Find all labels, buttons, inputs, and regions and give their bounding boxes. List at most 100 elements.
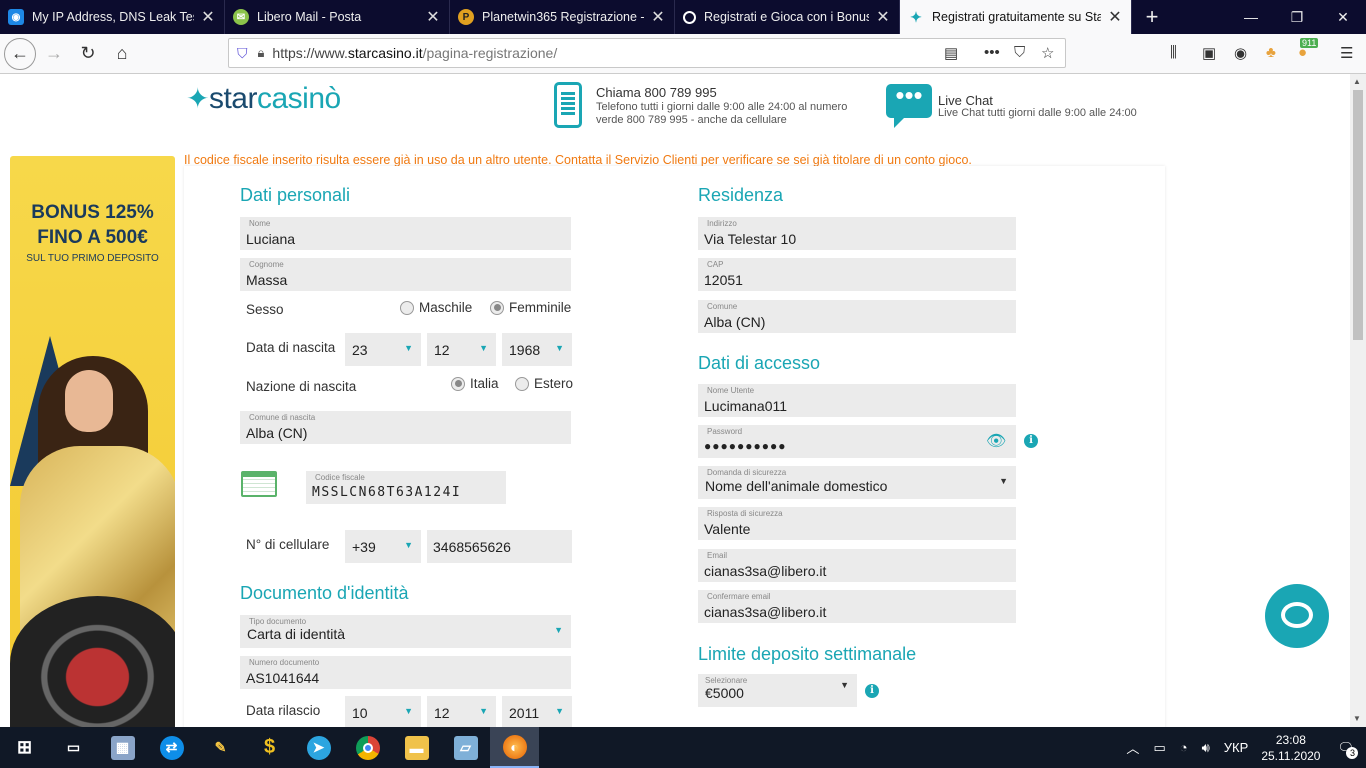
pocket-icon[interactable]: ⛉: [1014, 44, 1025, 61]
tab-label: Registrati e Gioca con i Bonus |: [704, 10, 869, 24]
taskbar-dollar-app[interactable]: $: [245, 727, 294, 768]
close-tab-icon[interactable]: ✕: [1107, 7, 1123, 27]
dropdown-arrow-icon: ▼: [554, 625, 563, 635]
browser-tab-registrati[interactable]: Registrati e Gioca con i Bonus | ✕: [675, 0, 900, 34]
home-button[interactable]: ⌂: [106, 38, 138, 70]
browser-tab-ip[interactable]: ◉ My IP Address, DNS Leak Test, W ✕: [0, 0, 225, 34]
notification-count: 3: [1346, 746, 1359, 759]
page-actions-icon[interactable]: •••: [984, 44, 1000, 61]
browser-tab-planetwin[interactable]: P Planetwin365 Registrazione - Er ✕: [450, 0, 675, 34]
birth-year-select[interactable]: 1968 ▼: [502, 333, 572, 366]
radio-circle-selected: [490, 300, 504, 315]
new-tab-button[interactable]: +: [1132, 0, 1172, 34]
indirizzo-field[interactable]: Indirizzo Via Telestar 10: [698, 217, 1016, 250]
bonus-banner[interactable]: BONUS 125% FINO A 500€ SUL TUO PRIMO DEPO…: [10, 156, 175, 727]
sesso-femminile-radio[interactable]: Femminile: [490, 300, 571, 315]
field-label: Indirizzo: [707, 219, 737, 228]
bookmark-star-icon[interactable]: ☆: [1041, 44, 1054, 62]
account-icon[interactable]: ◉: [1234, 44, 1247, 62]
lock-icon[interactable]: 🔒︎: [258, 45, 265, 61]
risposta-sicurezza-field[interactable]: Risposta di sicurezza Valente: [698, 507, 1016, 540]
issue-month-select[interactable]: 12 ▼: [427, 696, 496, 727]
taskbar-teamviewer[interactable]: ⇄: [147, 727, 196, 768]
start-button[interactable]: ⊞: [0, 727, 49, 768]
page-scrollbar[interactable]: ▲ ▼: [1350, 74, 1366, 727]
taskbar-file-explorer[interactable]: ▬: [392, 727, 441, 768]
birth-day-select[interactable]: 23 ▼: [345, 333, 421, 366]
scrollbar-thumb[interactable]: [1353, 90, 1363, 340]
close-tab-icon[interactable]: ✕: [425, 7, 441, 27]
chat-widget-button[interactable]: [1265, 584, 1329, 648]
birth-month-select[interactable]: 12 ▼: [427, 333, 496, 366]
minimize-button[interactable]: —: [1228, 0, 1274, 34]
starcasino-logo[interactable]: ✦starcasinò: [186, 82, 341, 116]
task-view-button[interactable]: ▭: [49, 727, 98, 768]
scroll-up-arrow-icon[interactable]: ▲: [1353, 77, 1361, 86]
password-field[interactable]: Password ●●●●●●●●●● 👁︎: [698, 425, 1016, 458]
sesso-maschile-radio[interactable]: Maschile: [400, 300, 472, 315]
taskbar-firefox[interactable]: ◐: [490, 727, 539, 768]
password-info-icon[interactable]: i: [1024, 434, 1038, 448]
starcasino-icon: ✦: [910, 8, 922, 25]
nazione-italia-radio[interactable]: Italia: [451, 376, 499, 391]
library-icon[interactable]: ⫼: [1170, 44, 1177, 61]
taskbar-telegram[interactable]: ➤: [294, 727, 343, 768]
volume-icon[interactable]: 🔊︎: [1202, 740, 1210, 756]
email-field[interactable]: Email cianas3sa@libero.it: [698, 549, 1016, 582]
limite-info-icon[interactable]: i: [865, 684, 879, 698]
comune-field[interactable]: Comune Alba (CN): [698, 300, 1016, 333]
browser-tab-starcasino[interactable]: ✦ Registrati gratuitamente su Star ✕: [900, 0, 1132, 34]
forward-button[interactable]: →: [38, 38, 70, 70]
maximize-button[interactable]: ❐: [1274, 0, 1320, 34]
show-hidden-icons-icon[interactable]: ︿: [1126, 738, 1139, 757]
url-path: /pagina-registrazione/: [422, 45, 558, 61]
taskbar-paint[interactable]: ✎: [196, 727, 245, 768]
browser-tab-libero[interactable]: ✉ Libero Mail - Posta ✕: [225, 0, 450, 34]
comune-nascita-field[interactable]: Comune di nascita Alba (CN): [240, 411, 571, 444]
codice-fiscale-field[interactable]: Codice fiscale MSSLCN68T63A124I: [306, 471, 506, 504]
taskbar-calculator[interactable]: ▦: [98, 727, 147, 768]
cellulare-field[interactable]: 3468565626: [427, 530, 572, 563]
cognome-field[interactable]: Cognome Massa: [240, 258, 571, 291]
tipo-documento-select[interactable]: Tipo documento Carta di identità ▼: [240, 615, 571, 648]
notification-center-icon[interactable]: 🗨︎ 3: [1337, 740, 1359, 759]
extension-icon[interactable]: ♣: [1266, 44, 1276, 61]
limite-deposito-select[interactable]: Selezionare €5000 ▼: [698, 674, 857, 707]
select-value: 23: [352, 342, 368, 358]
close-tab-icon[interactable]: ✕: [875, 7, 891, 27]
phone-prefix-select[interactable]: +39 ▼: [345, 530, 421, 563]
confirm-email-field[interactable]: Confermare email cianas3sa@libero.it: [698, 590, 1016, 623]
language-indicator[interactable]: УКР: [1224, 740, 1249, 755]
battery-icon[interactable]: ▭: [1153, 740, 1165, 756]
live-chat-icon[interactable]: •••: [886, 82, 932, 128]
menu-icon[interactable]: ☰: [1340, 44, 1353, 62]
shield-icon[interactable]: ⛉: [237, 45, 248, 62]
scroll-down-arrow-icon[interactable]: ▼: [1353, 714, 1361, 723]
issue-day-select[interactable]: 10 ▼: [345, 696, 421, 727]
domanda-sicurezza-select[interactable]: Domanda di sicurezza Nome dell'animale d…: [698, 466, 1016, 499]
taskbar-chrome[interactable]: [343, 727, 392, 768]
cap-field[interactable]: CAP 12051: [698, 258, 1016, 291]
section-title-limite: Limite deposito settimanale: [698, 644, 917, 664]
show-password-eye-icon[interactable]: 👁︎: [986, 431, 1006, 451]
reload-button[interactable]: ↻: [72, 38, 104, 70]
phone-icon: [554, 82, 582, 128]
back-button[interactable]: ←: [4, 37, 36, 70]
clock[interactable]: 23:08 25.11.2020: [1261, 732, 1320, 764]
nome-field[interactable]: Nome Luciana: [240, 217, 571, 250]
close-tab-icon[interactable]: ✕: [650, 7, 666, 27]
close-tab-icon[interactable]: ✕: [200, 7, 216, 27]
address-bar[interactable]: ⛉ 🔒︎ https://www. starcasino.it/pagina-re…: [228, 38, 1066, 68]
sidebar-icon[interactable]: ▣: [1202, 44, 1216, 62]
username-field[interactable]: Nome Utente Lucimana011: [698, 384, 1016, 417]
taskbar-notes[interactable]: ▱: [441, 727, 490, 768]
issue-year-select[interactable]: 2011 ▼: [502, 696, 572, 727]
close-window-button[interactable]: ✕: [1320, 0, 1366, 34]
nazione-estero-radio[interactable]: Estero: [515, 376, 573, 391]
dropdown-arrow-icon: ▼: [404, 540, 413, 550]
reader-view-icon[interactable]: ▤: [944, 44, 958, 62]
field-label: CAP: [707, 260, 724, 269]
live-chat-title[interactable]: Live Chat: [938, 93, 993, 108]
numero-documento-field[interactable]: Numero documento AS1041644: [240, 656, 571, 689]
network-icon[interactable]: ◔: [1180, 740, 1188, 755]
